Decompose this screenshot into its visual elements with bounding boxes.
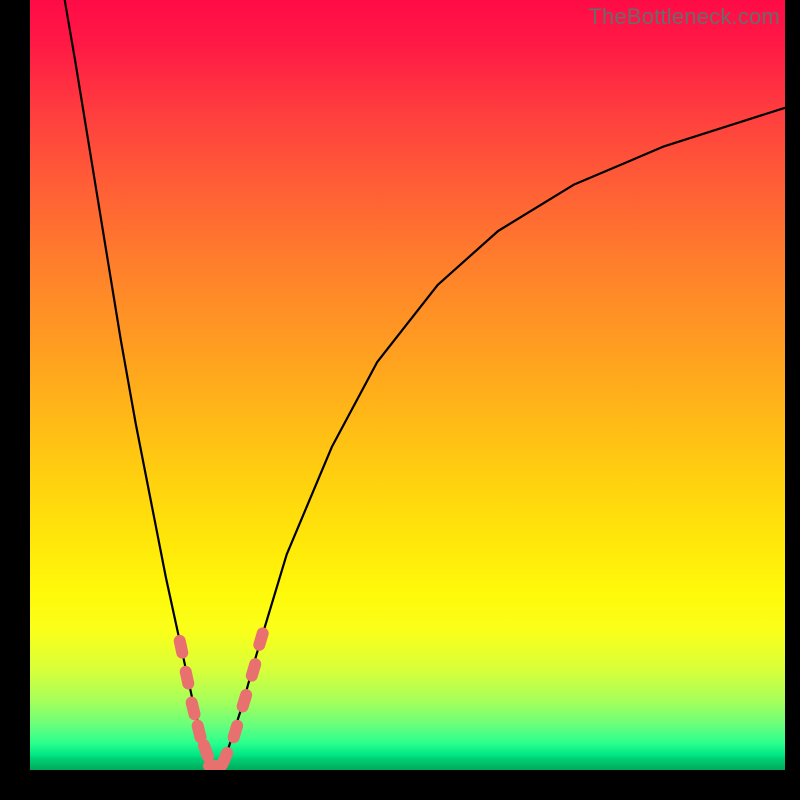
- curve-marker: [226, 718, 244, 744]
- curve-marker: [235, 687, 253, 713]
- watermark-text: TheBottleneck.com: [588, 4, 780, 30]
- curve-marker: [252, 626, 270, 652]
- curve-marker: [244, 657, 262, 683]
- chart-frame: [30, 0, 785, 770]
- curve-marker: [179, 665, 196, 691]
- curve-marker: [215, 745, 235, 770]
- curve-marker: [173, 634, 190, 660]
- curve-marker: [184, 695, 201, 721]
- bottleneck-curve: [65, 0, 785, 770]
- bottleneck-curve-chart: [30, 0, 785, 770]
